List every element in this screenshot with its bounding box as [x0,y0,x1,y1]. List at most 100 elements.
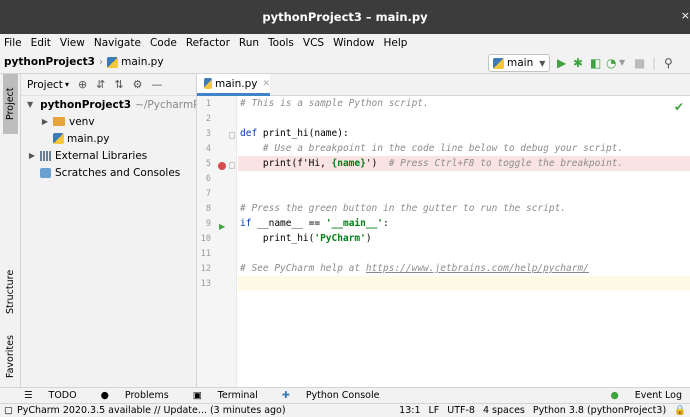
tab-project[interactable]: Project [3,74,18,134]
code-text: print_hi( [240,233,315,244]
interpreter-selector[interactable]: Python 3.8 (pythonProject3) [533,405,666,416]
menu-code[interactable]: Code [150,34,177,52]
chevron-right-icon[interactable]: ▶ [27,151,37,160]
breakpoint-icon[interactable] [218,162,226,170]
line-number: 1 [205,99,211,109]
gear-icon[interactable]: ⚙ [133,78,143,91]
tab-favorites[interactable]: Favorites [3,329,18,385]
line-number: 6 [205,174,211,184]
problems-button[interactable]: ● Problems [89,390,169,401]
lock-icon[interactable]: 🔒 [674,405,686,416]
code-line: # Use a breakpoint in the code line belo… [238,141,690,156]
breadcrumb-project[interactable]: pythonProject3 [4,56,95,68]
search-icon[interactable]: ⚲ [664,55,673,71]
breadcrumb-file[interactable]: main.py [121,56,163,68]
chevron-down-icon[interactable]: ▼ [27,100,33,109]
chevron-right-icon[interactable]: ▶ [40,117,50,126]
line-separator[interactable]: LF [429,405,440,416]
menu-view[interactable]: View [60,34,85,52]
tree-item-scratches[interactable]: Scratches and Consoles [21,164,196,181]
chevron-down-icon[interactable]: ▾ [65,80,69,89]
menu-help[interactable]: Help [384,34,408,52]
code-text: ) [365,233,372,244]
event-log-button[interactable]: ● Event Log [599,390,683,401]
menu-vcs[interactable]: VCS [303,34,324,52]
tree-item-label: External Libraries [55,149,148,162]
tree-item-label: venv [69,115,95,128]
code-string: 'PyCharm' [314,233,366,244]
fold-icon[interactable] [229,162,235,169]
tab-main-py[interactable]: main.py ✕ [197,74,270,96]
stop-icon[interactable]: ■ [634,55,645,71]
comment: # This is a sample Python script. [240,98,429,109]
comment: # See PyCharm help at [240,263,366,274]
debug-icon[interactable]: ✱ [573,55,583,71]
menu-window[interactable]: Window [333,34,374,52]
tree-item-project-root[interactable]: ▼ pythonProject3 ~/PycharmPro [21,96,196,113]
tree-item-external-libraries[interactable]: ▶ External Libraries [21,147,196,164]
expand-all-icon[interactable]: ⇵ [96,78,105,91]
fold-icon[interactable] [229,132,235,139]
menu-refactor[interactable]: Refactor [186,34,230,52]
tab-structure[interactable]: Structure [3,262,18,322]
code-line: print_hi('PyCharm') [238,231,690,246]
code-line: def print_hi(name): [238,126,690,141]
code-area[interactable]: # This is a sample Python script. def pr… [238,96,690,387]
run-config-selector[interactable]: main ▼ [488,54,550,72]
scratches-icon [40,167,51,178]
editor-tab-bar: main.py ✕ [197,74,690,96]
problems-icon: ● [100,390,109,401]
menu-run[interactable]: Run [239,34,259,52]
tree-item-label: pythonProject3 [40,98,132,111]
code-line: # See PyCharm help at https://www.jetbra… [238,261,690,276]
python-console-button[interactable]: ✚ Python Console [270,390,380,401]
line-number: 7 [205,189,211,199]
library-icon [40,150,51,161]
project-panel: Project ▾ ⊕ ⇵ ⇅ ⚙ — ▼ pythonProject3 ~/P… [21,74,197,387]
indent-setting[interactable]: 4 spaces [483,405,525,416]
line-number: 13 [200,279,211,289]
tree-item-venv[interactable]: ▶ venv [21,113,196,130]
python-file-icon [204,78,212,89]
navigation-bar: pythonProject3 › main.py main ▼ ▶ ✱ ◧ ◔ … [0,52,690,74]
collapse-all-icon[interactable]: ⇅ [114,78,123,91]
caret-position[interactable]: 13:1 [399,405,420,416]
file-encoding[interactable]: UTF-8 [447,405,475,416]
run-gutter-icon[interactable]: ▶ [219,222,225,231]
editor-gutter[interactable]: 1 2 3 4 5 6 7 8 9 10 11 12 13 ▶ [197,96,237,387]
profile-icon[interactable]: ◔ [606,55,616,71]
tree-item-label: Scratches and Consoles [55,166,181,179]
more-actions-chevron-icon[interactable]: ▼ [619,55,625,71]
todo-label: TODO [48,390,77,401]
breakpoint-line: print(f'Hi, {name}') # Press Ctrl+F8 to … [238,156,690,171]
line-number: 5 [205,159,211,169]
toggle-tool-windows-icon[interactable]: ▢ [4,405,13,416]
keyword: if [240,218,252,229]
help-link[interactable]: https://www.jetbrains.com/help/pycharm/ [366,263,589,274]
menu-navigate[interactable]: Navigate [94,34,141,52]
project-panel-header: Project ▾ ⊕ ⇵ ⇅ ⚙ — [21,74,196,96]
status-message-text: PyCharm 2020.3.5 available // Update... … [16,405,286,416]
terminal-button[interactable]: ▣ Terminal [181,390,258,401]
menu-bar: File Edit View Navigate Code Refactor Ru… [0,34,690,52]
terminal-label: Terminal [217,390,258,401]
locate-icon[interactable]: ⊕ [78,78,87,91]
menu-file[interactable]: File [4,34,22,52]
code-text: : [383,218,389,229]
todo-button[interactable]: ☰ TODO [12,390,77,401]
close-tab-icon[interactable]: ✕ [262,79,270,89]
project-view-selector[interactable]: Project [27,79,63,91]
code-text: ') [365,158,378,169]
menu-edit[interactable]: Edit [31,34,51,52]
hide-icon[interactable]: — [151,78,162,91]
inspection-ok-icon[interactable]: ✔ [674,100,684,114]
line-number: 3 [205,129,211,139]
comment: # Press the green button in the gutter t… [240,203,567,214]
run-with-coverage-icon[interactable]: ◧ [590,55,601,71]
close-icon[interactable]: × [681,9,690,22]
python-file-icon [493,57,504,69]
menu-tools[interactable]: Tools [268,34,294,52]
status-message[interactable]: ▢ PyCharm 2020.3.5 available // Update...… [4,405,286,416]
tree-item-main-py[interactable]: main.py [21,130,196,147]
run-icon[interactable]: ▶ [557,55,566,71]
